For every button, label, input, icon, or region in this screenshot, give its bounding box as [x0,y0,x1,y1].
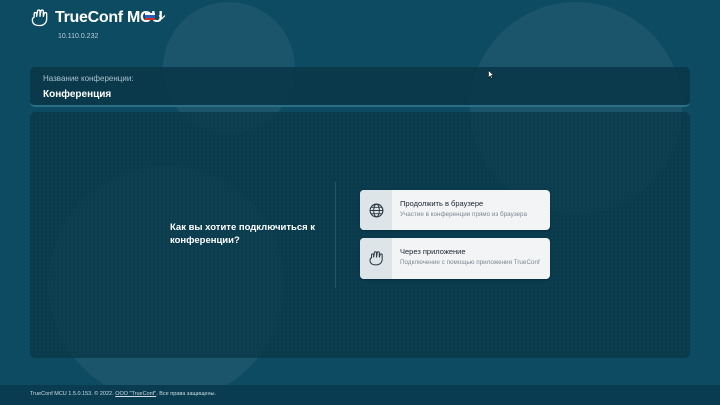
conference-name: Конференция [43,89,112,100]
flag-ru-icon [145,13,155,20]
join-panel: Как вы хотите подключиться к конференции… [30,112,690,358]
option-description: Подключение с помощью приложения TrueCon… [400,259,540,266]
join-question: Как вы хотите подключиться к конференции… [170,222,316,246]
server-ip: 10.110.0.232 [58,33,99,40]
footer-copyright: TrueConf MCU 1.5.0.153. © 2022. [30,391,114,397]
option-title: Через приложение [400,247,466,256]
company-link[interactable]: ООО "TrueConf" [115,391,156,397]
option-description: Участие в конференции прямо из браузера [400,211,528,218]
footer: TrueConf MCU 1.5.0.153. © 2022. ООО "Tru… [0,385,720,405]
divider [335,182,336,288]
chevron-down-icon [158,14,166,20]
continue-in-browser-button[interactable]: Продолжить в браузере Участие в конферен… [360,190,550,230]
join-via-app-button[interactable]: Через приложение Подключение с помощью п… [360,238,550,279]
option-title: Продолжить в браузере [400,199,484,208]
conference-info: Название конференции: Конференция [30,67,690,107]
globe-icon [369,203,383,217]
footer-rights: . Все права защищены. [156,391,217,397]
trueconf-logo-icon [30,8,50,28]
logo: TrueConf MCU [30,8,163,28]
mouse-cursor-icon [488,70,494,79]
trueconf-app-icon [369,251,383,266]
conference-label: Название конференции: [43,74,134,83]
language-selector[interactable] [145,13,166,20]
